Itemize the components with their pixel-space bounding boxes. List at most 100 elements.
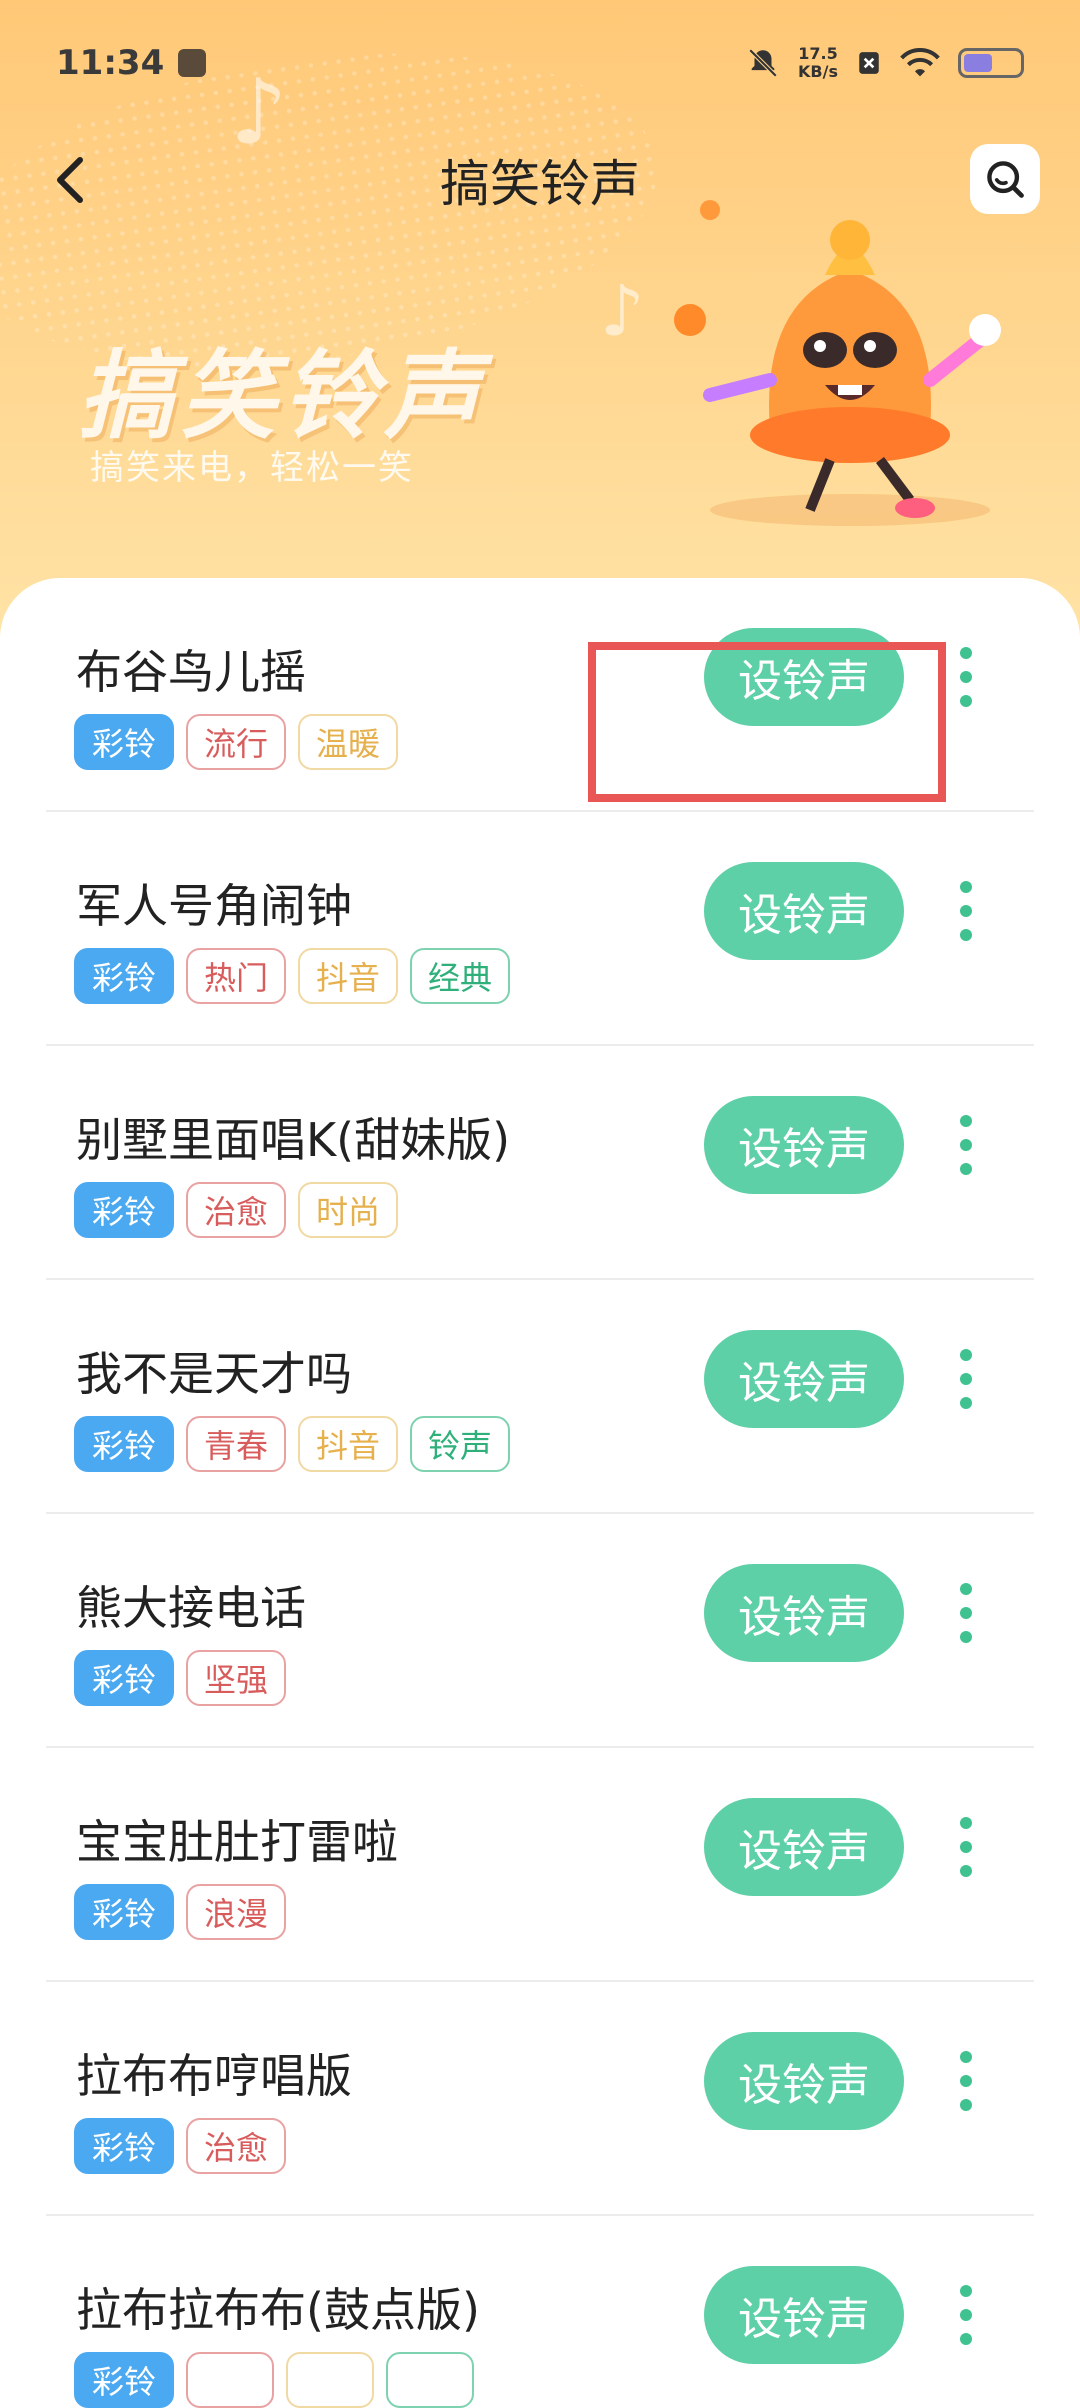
tag-yellow: 时尚 xyxy=(298,1182,399,1238)
dot xyxy=(960,881,972,893)
network-speed-value: 17.5 xyxy=(798,44,838,63)
tag-group: 彩铃 治愈 xyxy=(74,2118,287,2174)
dot xyxy=(960,1841,972,1853)
tag-green: 铃声 xyxy=(410,1416,511,1472)
status-bar: 11:34 17.5 KB/s xyxy=(0,0,1080,126)
ringtone-title: 别墅里面唱K(甜妹版) xyxy=(76,1113,511,1167)
tag-yellow: 温暖 xyxy=(298,714,399,770)
dot xyxy=(960,1373,972,1385)
tag-red: 治愈 xyxy=(186,2118,287,2174)
tag-blue: 彩铃 xyxy=(74,1182,175,1238)
more-options-icon[interactable] xyxy=(946,1568,986,1658)
more-options-icon[interactable] xyxy=(946,1802,986,1892)
dot xyxy=(960,1397,972,1409)
list-item[interactable]: 我不是天才吗 彩铃 青春 抖音 铃声 设铃声 xyxy=(46,1280,1034,1514)
tag-blue: 彩铃 xyxy=(74,2118,175,2174)
sim-off-icon xyxy=(859,52,879,74)
list-item[interactable]: 拉布拉布布(鼓点版) 彩铃 设铃声 xyxy=(46,2216,1034,2408)
page-title: 搞笑铃声 xyxy=(440,155,640,213)
tag-yellow: 抖音 xyxy=(298,948,399,1004)
list-item[interactable]: 军人号角闹钟 彩铃 热门 抖音 经典 设铃声 xyxy=(46,812,1034,1046)
network-speed: 17.5 KB/s xyxy=(798,45,838,81)
banner-subtitle: 搞笑来电，轻松一笑 xyxy=(90,448,414,488)
tag-green: 经典 xyxy=(410,948,511,1004)
tag-group: 彩铃 治愈 时尚 xyxy=(74,1182,399,1238)
dot xyxy=(960,1583,972,1595)
tag-blue: 彩铃 xyxy=(74,2352,175,2408)
tag-green xyxy=(386,2352,475,2408)
dot xyxy=(960,1349,972,1361)
set-ringtone-button[interactable]: 设铃声 xyxy=(704,1564,904,1662)
tag-blue: 彩铃 xyxy=(74,1884,175,1940)
list-item[interactable]: 熊大接电话彩铃 坚强 设铃声 xyxy=(46,1514,1034,1748)
more-options-icon[interactable] xyxy=(946,866,986,956)
list-item[interactable]: 拉布布哼唱版 彩铃 治愈 设铃声 xyxy=(46,1982,1034,2216)
back-button[interactable] xyxy=(40,150,100,210)
tag-red: 青春 xyxy=(186,1416,287,1472)
dot xyxy=(960,2285,972,2297)
dot xyxy=(960,905,972,917)
dot xyxy=(960,2075,972,2087)
ringtone-title: 军人号角闹钟 xyxy=(76,879,352,933)
more-options-icon[interactable] xyxy=(946,1334,986,1424)
dot xyxy=(960,1817,972,1829)
dot xyxy=(960,1115,972,1127)
tag-red: 浪漫 xyxy=(186,1884,287,1940)
bell-mascot-icon xyxy=(674,200,1001,526)
set-ringtone-button[interactable]: 设铃声 xyxy=(704,1330,904,1428)
tag-yellow xyxy=(286,2352,375,2408)
tag-blue: 彩铃 xyxy=(74,714,175,770)
ringtone-title: 熊大接电话 xyxy=(76,1581,306,1635)
dot xyxy=(960,1865,972,1877)
mute-bell-icon xyxy=(748,48,778,78)
dot xyxy=(960,1631,972,1643)
tag-yellow: 抖音 xyxy=(298,1416,399,1472)
tag-group: 彩铃 xyxy=(74,2352,475,2408)
more-options-icon[interactable] xyxy=(946,632,986,722)
tag-red: 坚强 xyxy=(186,1650,287,1706)
tag-red: 治愈 xyxy=(186,1182,287,1238)
dot xyxy=(960,929,972,941)
dot xyxy=(960,695,972,707)
tag-group: 彩铃 坚强 xyxy=(74,1650,287,1706)
ringtone-title: 我不是天才吗 xyxy=(76,1347,352,1401)
tag-group: 彩铃 青春 抖音 铃声 xyxy=(74,1416,511,1472)
dot xyxy=(960,2309,972,2321)
list-item[interactable]: 宝宝肚肚打雷啦 彩铃 浪漫 设铃声 xyxy=(46,1748,1034,1982)
battery-level xyxy=(964,54,993,72)
status-time: 11:34 xyxy=(56,43,165,83)
set-ringtone-button[interactable]: 设铃声 xyxy=(704,2032,904,2130)
music-note-icon: ♪ xyxy=(600,270,645,352)
battery-icon xyxy=(958,48,1024,78)
set-ringtone-button[interactable]: 设铃声 xyxy=(704,1798,904,1896)
highlight-box xyxy=(588,642,946,802)
ringtone-title: 布谷鸟儿摇 xyxy=(76,645,306,699)
notification-badge-icon xyxy=(178,49,207,77)
more-options-icon[interactable] xyxy=(946,2036,986,2126)
tag-group: 彩铃 流行 温暖 xyxy=(74,714,399,770)
set-ringtone-button[interactable]: 设铃声 xyxy=(704,862,904,960)
banner-title: 搞笑铃声 xyxy=(78,340,486,452)
list-item[interactable]: 别墅里面唱K(甜妹版) 彩铃 治愈 时尚 设铃声 xyxy=(46,1046,1034,1280)
tag-blue: 彩铃 xyxy=(74,1416,175,1472)
dot xyxy=(960,1139,972,1151)
wifi-icon xyxy=(900,48,940,77)
chevron-left-icon xyxy=(57,157,83,203)
tag-group: 彩铃 热门 抖音 经典 xyxy=(74,948,511,1004)
ringtone-title: 拉布布哼唱版 xyxy=(76,2049,352,2103)
dot xyxy=(960,2099,972,2111)
tag-red xyxy=(186,2352,275,2408)
tag-blue: 彩铃 xyxy=(74,948,175,1004)
tag-blue: 彩铃 xyxy=(74,1650,175,1706)
ringtone-title: 宝宝肚肚打雷啦 xyxy=(76,1815,398,1869)
more-options-icon[interactable] xyxy=(946,1100,986,1190)
dot xyxy=(960,2333,972,2345)
more-options-icon[interactable] xyxy=(946,2270,986,2360)
tag-group: 彩铃 浪漫 xyxy=(74,1884,287,1940)
set-ringtone-button[interactable]: 设铃声 xyxy=(704,1096,904,1194)
dot xyxy=(960,2051,972,2063)
set-ringtone-button[interactable]: 设铃声 xyxy=(704,2266,904,2364)
ringtone-title: 拉布拉布布(鼓点版) xyxy=(76,2283,480,2337)
dot xyxy=(960,671,972,683)
tag-red: 热门 xyxy=(186,948,287,1004)
